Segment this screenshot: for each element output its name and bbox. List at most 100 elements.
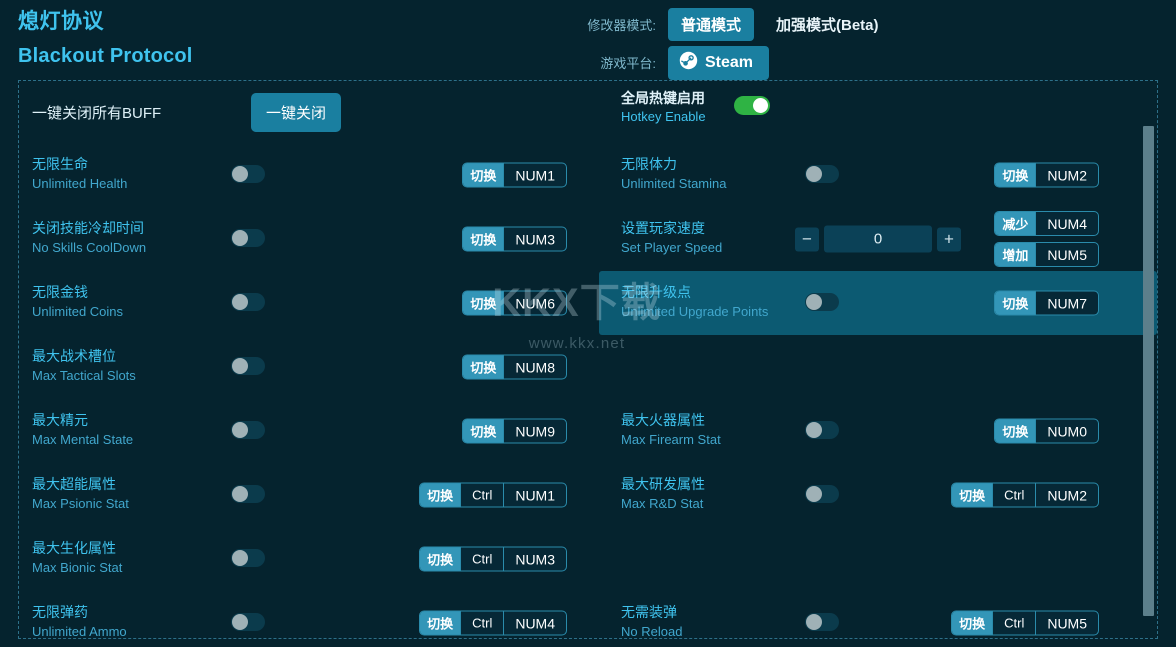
cheat-label-en: Max Mental State (32, 432, 134, 447)
hotkey-group: 切换 Ctrl NUM2 (951, 482, 1099, 508)
cheat-label-cn: 关闭技能冷却时间 (32, 220, 144, 236)
hotkey-group: 切换 NUM7 (994, 290, 1099, 316)
cheat-toggle[interactable] (805, 421, 839, 439)
cheat-item-empty (599, 527, 1157, 591)
hotkey-binding[interactable]: 切换 NUM9 (462, 418, 567, 444)
hotkey-binding[interactable]: 切换 NUM0 (994, 418, 1099, 444)
cheat-toggle[interactable] (231, 613, 265, 631)
cheat-label-cn: 最大研发属性 (621, 476, 705, 492)
platform-value: Steam (705, 53, 754, 71)
hotkey-binding[interactable]: 切换 NUM6 (462, 290, 567, 316)
hotkey-binding[interactable]: 切换 Ctrl NUM5 (951, 610, 1099, 636)
cheat-toggle[interactable] (231, 293, 265, 311)
cheat-labels: 最大超能属性 Max Psionic Stat (32, 474, 222, 513)
hotkey-key: NUM8 (503, 355, 566, 379)
hotkey-binding[interactable]: 切换 Ctrl NUM4 (419, 610, 567, 636)
cheat-label-en: Unlimited Coins (32, 304, 124, 319)
cheat-item: 无限升级点 Unlimited Upgrade Points 切换 NUM7 (599, 271, 1157, 335)
cheat-toggle[interactable] (231, 485, 265, 503)
increment-button[interactable]: + (937, 227, 961, 251)
hotkey-key: NUM3 (503, 547, 566, 571)
hotkey-key: NUM0 (1035, 419, 1098, 443)
cheat-toggle[interactable] (231, 165, 265, 183)
platform-steam-button[interactable]: Steam (668, 45, 770, 80)
panel-scrollbar[interactable] (1143, 82, 1154, 638)
cheat-labels: 最大精元 Max Mental State (32, 410, 222, 449)
hotkey-key: NUM5 (1035, 243, 1098, 266)
hotkey-key: NUM4 (503, 611, 566, 635)
cheat-labels: 设置玩家速度 Set Player Speed (621, 218, 811, 257)
hotkey-action-label: 切换 (952, 483, 993, 507)
cheat-toggle[interactable] (231, 421, 265, 439)
cheat-item-empty (599, 335, 1157, 399)
hotkey-key: Ctrl (460, 547, 503, 571)
decrement-button[interactable]: − (795, 227, 819, 251)
close-all-button[interactable]: 一键关闭 (251, 92, 342, 132)
header-controls: 修改器模式: 普通模式 加强模式(Beta) 游戏平台: Steam (582, 8, 1142, 84)
hotkey-labels: 全局热键启用 Hotkey Enable (621, 89, 706, 126)
cheat-labels: 最大研发属性 Max R&D Stat (621, 474, 811, 513)
cheat-toggle[interactable] (805, 293, 839, 311)
cheat-labels: 无限弹药 Unlimited Ammo (32, 602, 222, 638)
cheat-labels: 最大生化属性 Max Bionic Stat (32, 538, 222, 577)
mode-normal-button[interactable]: 普通模式 (668, 8, 755, 41)
cheat-label-cn: 设置玩家速度 (621, 220, 705, 236)
hotkey-group: 切换 NUM9 (462, 418, 567, 444)
cheat-item: 最大火器属性 Max Firearm Stat 切换 NUM0 (599, 399, 1157, 463)
cheat-item: 最大研发属性 Max R&D Stat 切换 Ctrl NUM2 (599, 463, 1157, 527)
cheat-toggle[interactable] (805, 613, 839, 631)
value-input[interactable] (824, 225, 932, 253)
hotkey-key: NUM5 (1035, 611, 1098, 635)
hotkey-key: Ctrl (460, 611, 503, 635)
hotkey-label-en: Hotkey Enable (621, 109, 706, 124)
hotkey-binding[interactable]: 切换 Ctrl NUM3 (419, 546, 567, 572)
cheat-label-cn: 无需装弹 (621, 604, 677, 620)
hotkey-enable-toggle[interactable] (734, 96, 770, 115)
cheat-toggle[interactable] (231, 357, 265, 375)
hotkey-binding[interactable]: 减少 NUM4 (994, 211, 1099, 236)
hotkey-binding[interactable]: 切换 NUM2 (994, 162, 1099, 188)
hotkey-action-label: 切换 (952, 611, 993, 635)
panel-toolbar: 一键关闭所有BUFF 一键关闭 全局热键启用 Hotkey Enable (19, 81, 1157, 143)
cheat-label-cn: 最大超能属性 (32, 476, 116, 492)
cheat-row: 无限金钱 Unlimited Coins 切换 NUM6 无限升级点 Unlimited … (19, 271, 1157, 335)
cheat-labels: 无限金钱 Unlimited Coins (32, 282, 222, 321)
cheat-label-en: Unlimited Health (32, 176, 128, 191)
cheat-label-en: Set Player Speed (621, 240, 723, 255)
hotkey-binding[interactable]: 切换 Ctrl NUM2 (951, 482, 1099, 508)
hotkey-group: 切换 Ctrl NUM5 (951, 610, 1099, 636)
hotkey-group: 切换 NUM0 (994, 418, 1099, 444)
mode-enhanced-button[interactable]: 加强模式(Beta) (766, 8, 889, 41)
hotkey-action-label: 切换 (463, 291, 504, 315)
hotkey-action-label: 切换 (420, 483, 461, 507)
cheat-toggle[interactable] (805, 165, 839, 183)
value-stepper: −+ (795, 225, 961, 253)
hotkey-key: Ctrl (460, 483, 503, 507)
hotkey-group: 切换 NUM2 (994, 162, 1099, 188)
cheat-item: 最大超能属性 Max Psionic Stat 切换 Ctrl NUM1 (19, 463, 599, 527)
scrollbar-thumb[interactable] (1143, 126, 1154, 616)
hotkey-action-label: 切换 (463, 163, 504, 187)
cheat-label-en: Max Bionic Stat (32, 560, 123, 575)
cheat-panel: 一键关闭所有BUFF 一键关闭 全局热键启用 Hotkey Enable 无限生… (18, 80, 1158, 639)
cheat-toggle[interactable] (231, 549, 265, 567)
cheat-labels: 无限体力 Unlimited Stamina (621, 154, 811, 193)
cheat-toggle[interactable] (231, 229, 265, 247)
hotkey-binding[interactable]: 切换 NUM8 (462, 354, 567, 380)
hotkey-binding[interactable]: 增加 NUM5 (994, 242, 1099, 267)
cheat-label-en: Max Psionic Stat (32, 496, 129, 511)
hotkey-key: Ctrl (992, 611, 1035, 635)
cheat-label-cn: 最大生化属性 (32, 540, 116, 556)
cheat-label-cn: 无限生命 (32, 156, 88, 172)
cheat-label-en: Unlimited Stamina (621, 176, 727, 191)
hotkey-group: 切换 NUM6 (462, 290, 567, 316)
hotkey-action-label: 增加 (995, 243, 1036, 266)
hotkey-binding[interactable]: 切换 NUM3 (462, 226, 567, 252)
hotkey-group: 切换 NUM1 (462, 162, 567, 188)
mode-label: 修改器模式: (587, 18, 656, 33)
hotkey-binding[interactable]: 切换 NUM7 (994, 290, 1099, 316)
hotkey-binding[interactable]: 切换 Ctrl NUM1 (419, 482, 567, 508)
cheat-toggle[interactable] (805, 485, 839, 503)
cheat-row: 最大超能属性 Max Psionic Stat 切换 Ctrl NUM1 最大研发属性 Ma… (19, 463, 1157, 527)
hotkey-binding[interactable]: 切换 NUM1 (462, 162, 567, 188)
